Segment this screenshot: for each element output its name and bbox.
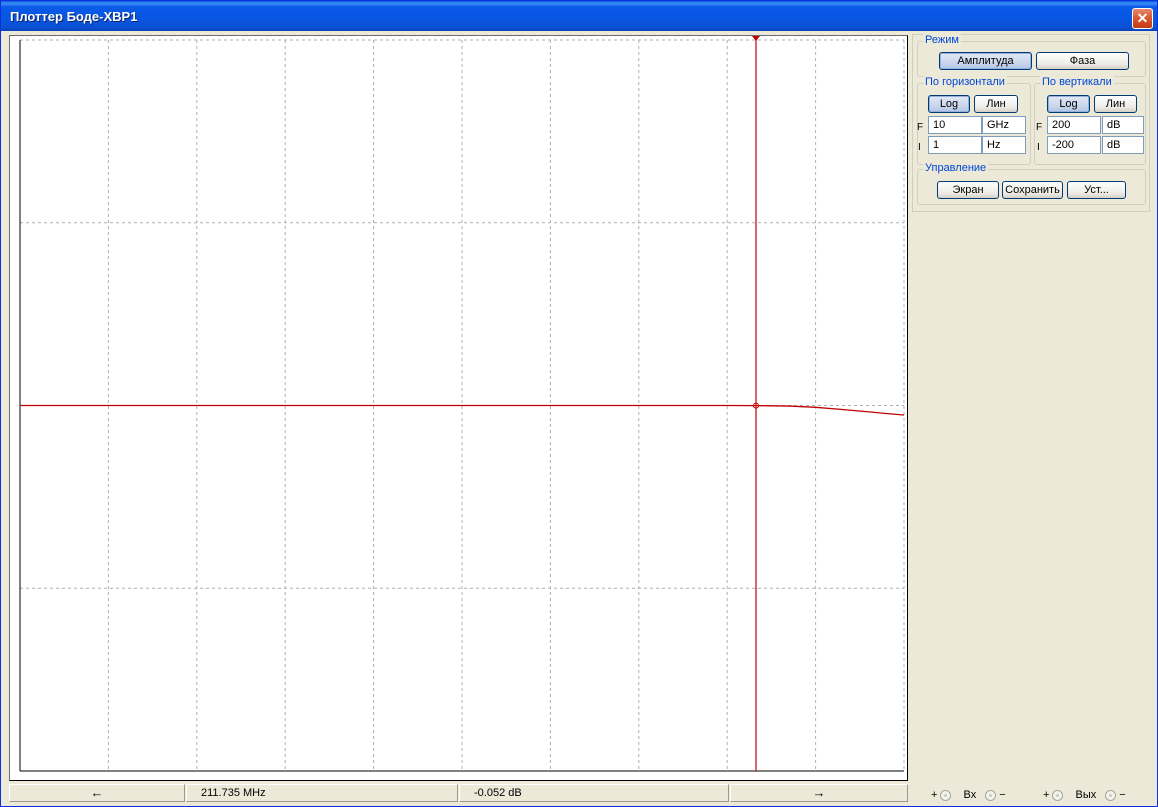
close-button[interactable]: ✕	[1132, 8, 1153, 29]
mode-group: Режим Амплитуда Фаза	[917, 34, 1146, 77]
horizontal-final-unit[interactable]: GHz	[982, 116, 1026, 134]
vertical-initial-label: I	[1037, 142, 1040, 153]
control-legend: Управление	[923, 162, 989, 174]
horizontal-lin-button[interactable]: Лин	[974, 95, 1018, 113]
horizontal-log-button[interactable]: Log	[928, 95, 970, 113]
horizontal-final-label: F	[917, 122, 924, 133]
vertical-final-unit[interactable]: dB	[1102, 116, 1144, 134]
vertical-legend: По вертикали	[1040, 76, 1114, 88]
output-plus-terminal[interactable]	[1052, 789, 1064, 801]
mode-legend: Режим	[923, 34, 961, 46]
save-button[interactable]: Сохранить	[1002, 181, 1063, 199]
output-minus-terminal[interactable]	[1105, 789, 1117, 801]
vertical-final-value[interactable]: 200	[1047, 116, 1101, 134]
input-minus-label: −	[999, 789, 1006, 801]
title-bar[interactable]: Плоттер Боде-XBP1 ✕	[1, 1, 1157, 31]
plot-area[interactable]	[9, 35, 908, 781]
horizontal-initial-value[interactable]: 1	[928, 136, 982, 154]
input-plus-label: +	[931, 789, 938, 801]
horizontal-legend: По горизонтали	[923, 76, 1007, 88]
phase-button[interactable]: Фаза	[1036, 52, 1129, 70]
window-title: Плоттер Боде-XBP1	[10, 9, 138, 24]
magnitude-readout: -0.052 dB	[459, 784, 729, 802]
amplitude-button[interactable]: Амплитуда	[939, 52, 1032, 70]
vertical-log-button[interactable]: Log	[1047, 95, 1090, 113]
output-label: Вых	[1075, 789, 1097, 801]
vertical-lin-button[interactable]: Лин	[1094, 95, 1137, 113]
input-plus-terminal[interactable]	[940, 789, 952, 801]
vertical-final-label: F	[1036, 122, 1043, 133]
horizontal-final-value[interactable]: 10	[928, 116, 982, 134]
vertical-initial-unit[interactable]: dB	[1102, 136, 1144, 154]
control-group: Управление Экран Сохранить Уст...	[917, 162, 1146, 205]
horizontal-initial-label: I	[918, 142, 921, 153]
arrow-left-icon: ←	[90, 785, 104, 800]
status-bar: ← 211.735 MHz -0.052 dB →	[9, 784, 908, 802]
settings-button[interactable]: Уст...	[1067, 181, 1126, 199]
control-panel: Режим Амплитуда Фаза По горизонтали Log …	[912, 34, 1150, 212]
bode-plotter-window: Плоттер Боде-XBP1 ✕ ← 211.735 MHz -0.052…	[0, 0, 1158, 807]
input-label: Вх	[963, 789, 977, 801]
frequency-readout: 211.735 MHz	[186, 784, 458, 802]
screen-button[interactable]: Экран	[937, 181, 999, 199]
vertical-group: По вертикали Log Лин F 200 dB I -200 dB	[1034, 76, 1146, 165]
output-minus-label: −	[1119, 789, 1126, 801]
horizontal-group: По горизонтали Log Лин F 10 GHz I 1 Hz	[917, 76, 1031, 165]
vertical-initial-value[interactable]: -200	[1047, 136, 1101, 154]
close-icon: ✕	[1136, 10, 1149, 26]
input-terminals: + Вх −	[931, 788, 1006, 802]
cursor-right-button[interactable]: →	[730, 784, 908, 802]
output-terminals: + Вых −	[1043, 788, 1126, 802]
cursor-left-button[interactable]: ←	[9, 784, 185, 802]
arrow-right-icon: →	[812, 785, 826, 800]
bode-plot[interactable]	[10, 36, 907, 780]
input-minus-terminal[interactable]	[985, 789, 997, 801]
horizontal-initial-unit[interactable]: Hz	[982, 136, 1026, 154]
output-plus-label: +	[1043, 789, 1050, 801]
